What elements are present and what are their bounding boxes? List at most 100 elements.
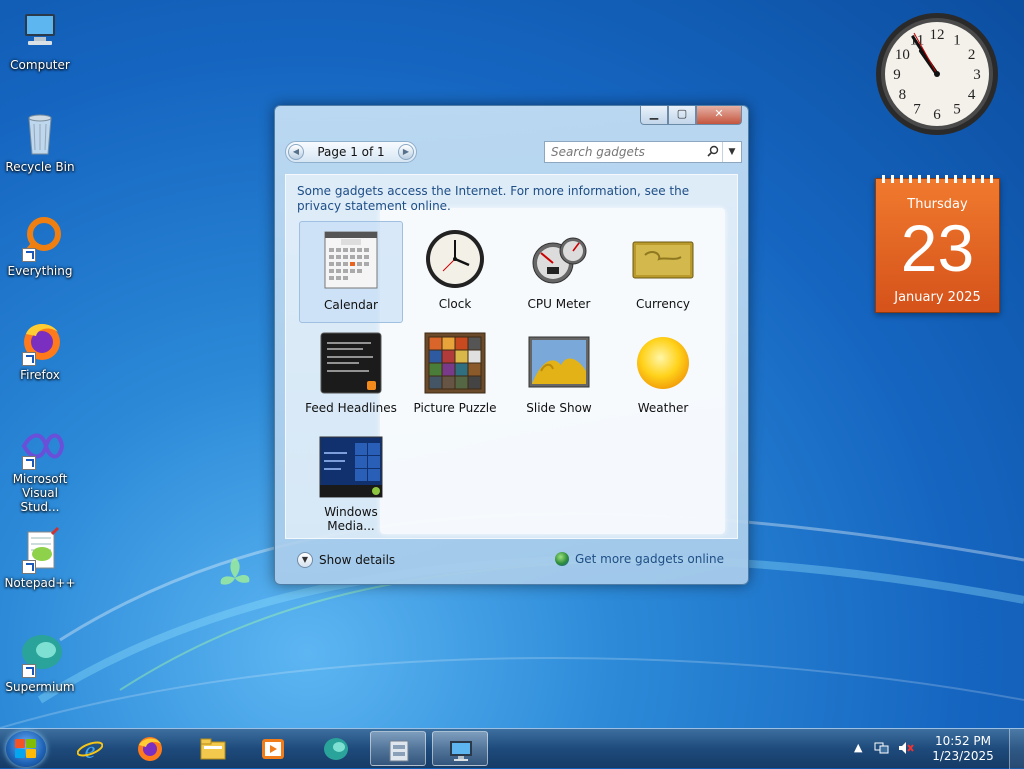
gadget-name: Clock xyxy=(438,297,472,311)
show-desktop-button[interactable] xyxy=(1009,729,1024,769)
wallpaper-leaf-icon xyxy=(220,558,250,585)
gadget-name: Slide Show xyxy=(526,401,592,415)
everything-icon xyxy=(16,214,64,262)
computer-icon xyxy=(16,8,64,56)
clock-numeral: 4 xyxy=(968,87,976,103)
get-more-gadgets-label: Get more gadgets online xyxy=(574,552,724,566)
weather-gadget-icon xyxy=(631,331,695,395)
desktop-calendar-gadget[interactable]: Thursday 23 January 2025 xyxy=(875,175,1000,313)
show-details-toggle[interactable]: ▼ Show details xyxy=(297,552,395,568)
svg-text:e: e xyxy=(85,738,96,762)
notepad-plus-plus-icon xyxy=(16,526,64,574)
taskbar-supermium[interactable] xyxy=(308,731,364,766)
search-dropdown-button[interactable]: ▼ xyxy=(722,142,741,162)
maximize-button[interactable]: ▢ xyxy=(668,106,696,125)
search-gadgets-input[interactable]: Search gadgets ▼ xyxy=(544,141,742,163)
volume-muted-icon[interactable] xyxy=(898,741,914,758)
globe-icon xyxy=(554,552,569,566)
internet-explorer-icon: e xyxy=(77,738,103,762)
supermium-icon xyxy=(16,630,64,678)
close-button[interactable]: ✕ xyxy=(696,106,742,125)
visual-studio-icon xyxy=(16,422,65,470)
gadgets-icon xyxy=(450,741,472,761)
shortcut-arrow-icon xyxy=(22,352,36,366)
desktop-clock-gadget[interactable]: 12 1 2 3 4 5 6 7 8 9 10 11 xyxy=(874,11,1000,137)
next-page-button[interactable]: ▶ xyxy=(398,144,414,160)
gadget-clock[interactable]: Clock xyxy=(403,221,507,323)
calendar-binding-rings xyxy=(882,175,993,183)
show-hidden-icons-button[interactable]: ▲ xyxy=(854,741,862,754)
shortcut-arrow-icon xyxy=(22,560,36,574)
gadget-name: Picture Puzzle xyxy=(413,401,497,415)
cpu-meter-gadget-icon xyxy=(527,227,591,291)
taskbar: e ▲ 10:52 PM 1/23/2025 xyxy=(0,728,1024,769)
taskbar-file-explorer[interactable] xyxy=(185,731,241,766)
network-icon[interactable] xyxy=(874,741,890,758)
taskbar-date: 1/23/2025 xyxy=(932,749,994,763)
desktop-icon-visual-studio[interactable]: Microsoft Visual Stud... xyxy=(4,422,76,514)
clock-numeral: 2 xyxy=(968,47,976,63)
gadget-slide-show[interactable]: Slide Show xyxy=(507,325,611,427)
picture-puzzle-gadget-icon xyxy=(423,331,487,395)
clock-numeral: 8 xyxy=(899,87,907,103)
taskbar-media-player[interactable] xyxy=(245,731,301,766)
minimize-button[interactable]: ▁ xyxy=(640,106,668,125)
get-more-gadgets-link[interactable]: Get more gadgets online xyxy=(554,552,724,566)
desktop-icon-firefox[interactable]: Firefox xyxy=(4,318,76,382)
file-explorer-icon xyxy=(200,738,226,760)
desktop-icon-supermium[interactable]: Supermium xyxy=(4,630,76,694)
gadget-windows-media[interactable]: Windows Media... xyxy=(299,429,403,533)
gadget-currency[interactable]: Currency xyxy=(611,221,715,323)
firefox-icon xyxy=(138,737,162,761)
calendar-day-number: 23 xyxy=(900,211,975,285)
shortcut-arrow-icon xyxy=(22,456,36,470)
gadget-feed-headlines[interactable]: Feed Headlines xyxy=(299,325,403,427)
gadget-weather[interactable]: Weather xyxy=(611,325,715,427)
search-icon[interactable] xyxy=(707,145,719,160)
desktop-icon-notepad-plus-plus[interactable]: Notepad++ xyxy=(4,526,76,590)
page-indicator: Page 1 of 1 xyxy=(317,145,385,159)
gadget-name: Weather xyxy=(637,401,689,415)
windows-logo-icon xyxy=(15,739,36,758)
clock-numeral: 5 xyxy=(953,102,961,118)
calendar-weekday: Thursday xyxy=(907,197,968,212)
firefox-icon xyxy=(16,318,64,366)
feed-headlines-gadget-icon xyxy=(319,331,383,395)
taskbar-firefox[interactable] xyxy=(122,731,178,766)
shortcut-arrow-icon xyxy=(22,248,36,262)
privacy-notice[interactable]: Some gadgets access the Internet. For mo… xyxy=(297,184,717,214)
show-details-label: Show details xyxy=(319,553,396,567)
desktop-icon-computer[interactable]: Computer xyxy=(4,8,76,72)
slide-show-gadget-icon xyxy=(527,331,591,395)
clock-numeral: 1 xyxy=(953,32,961,48)
recycle-bin-icon xyxy=(16,110,64,158)
gadget-cpu-meter[interactable]: CPU Meter xyxy=(507,221,611,323)
gadget-name: Feed Headlines xyxy=(305,401,397,415)
clock-numeral: 9 xyxy=(893,67,901,83)
taskbar-clock[interactable]: 10:52 PM 1/23/2025 xyxy=(928,734,998,764)
clock-numeral: 11 xyxy=(910,32,924,48)
gadget-picture-puzzle[interactable]: Picture Puzzle xyxy=(403,325,507,427)
taskbar-gadgets[interactable] xyxy=(432,731,488,766)
clock-numeral: 12 xyxy=(930,27,945,43)
clock-numeral: 6 xyxy=(933,107,941,123)
clock-gadget-icon xyxy=(423,227,487,291)
taskbar-time: 10:52 PM xyxy=(935,734,991,748)
desktop-icon-everything[interactable]: Everything xyxy=(4,214,76,278)
currency-gadget-icon xyxy=(631,227,695,291)
gadget-name: Currency xyxy=(635,297,691,311)
start-button[interactable] xyxy=(6,731,46,767)
gadget-name: Calendar xyxy=(324,298,378,312)
gadget-name: CPU Meter xyxy=(527,297,591,311)
gadget-name: Windows Media... xyxy=(324,505,378,533)
gadget-list-panel: Some gadgets access the Internet. For mo… xyxy=(285,174,738,539)
desktop-icon-recycle-bin[interactable]: Recycle Bin xyxy=(4,110,76,174)
taskbar-control-panel[interactable] xyxy=(370,731,426,766)
taskbar-internet-explorer[interactable]: e xyxy=(62,731,118,766)
media-player-icon xyxy=(262,739,284,759)
calendar-month-year: January 2025 xyxy=(894,290,981,305)
window-controls: ▁ ▢ ✕ xyxy=(640,106,742,125)
gadget-calendar[interactable]: Calendar xyxy=(299,221,403,323)
clock-numeral: 7 xyxy=(913,102,921,118)
system-tray: ▲ 10:52 PM 1/23/2025 xyxy=(854,729,1024,769)
